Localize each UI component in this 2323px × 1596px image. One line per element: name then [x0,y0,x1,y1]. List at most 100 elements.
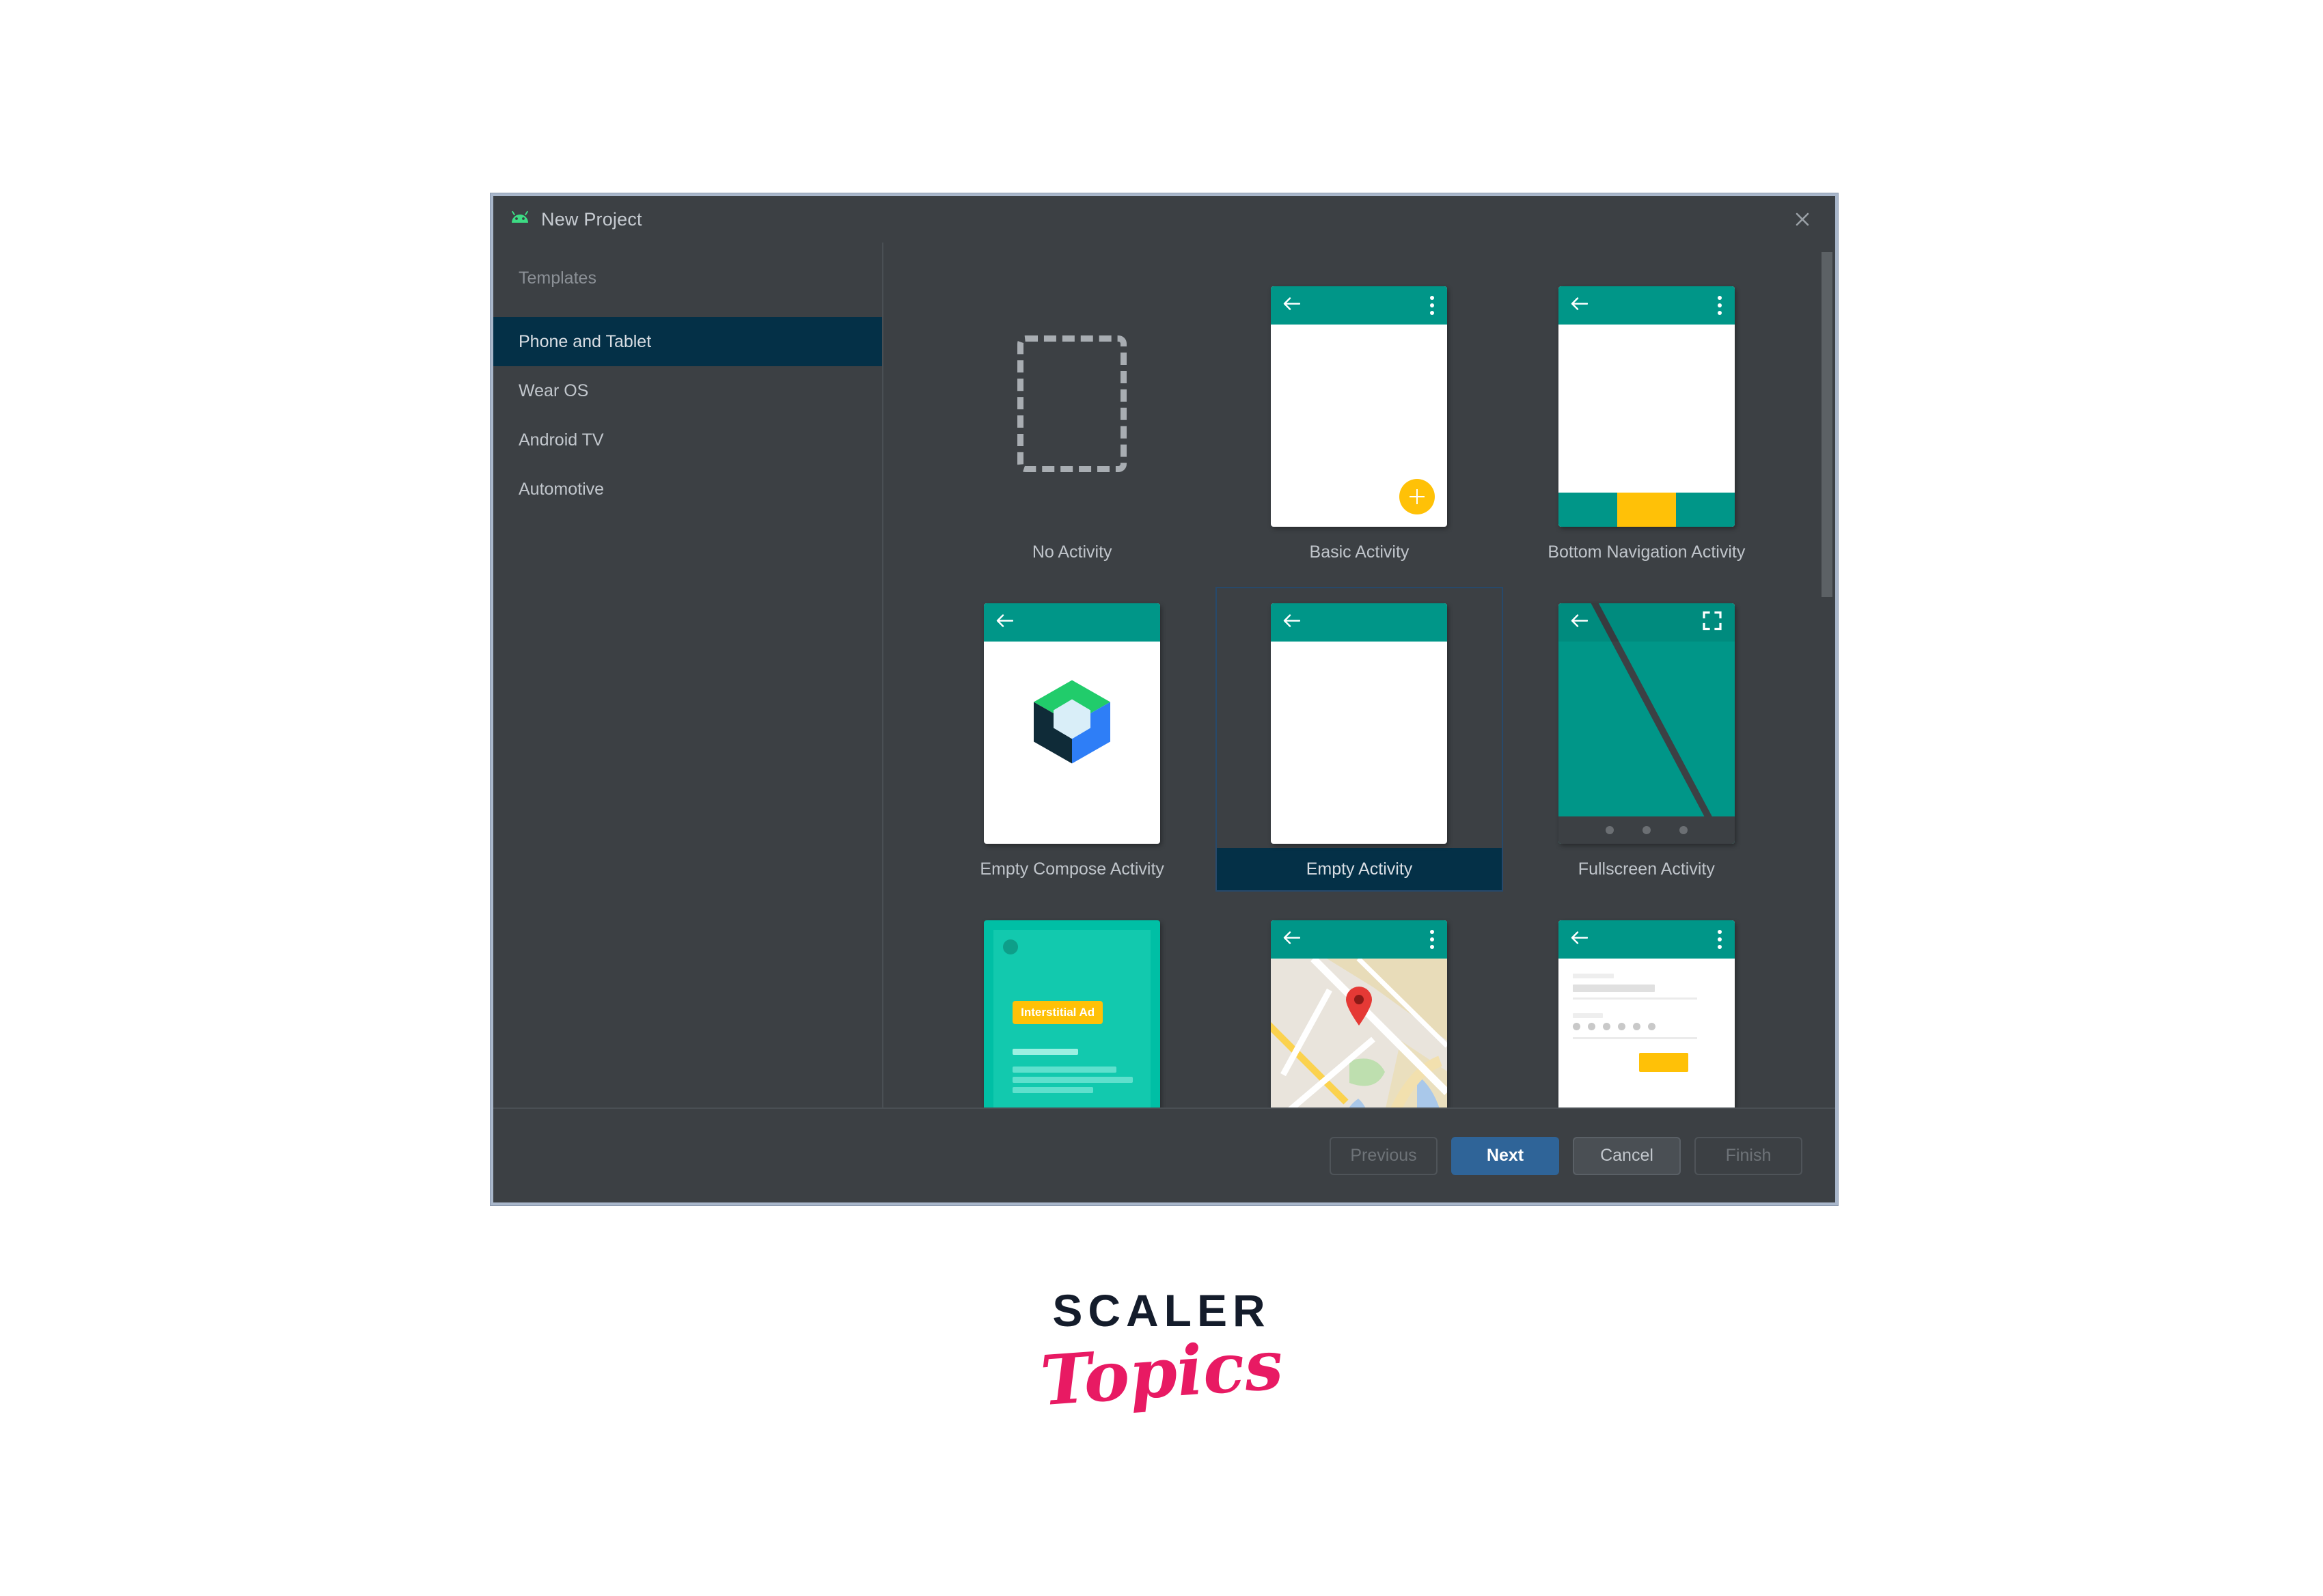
phone-preview [1558,603,1735,844]
next-button[interactable]: Next [1451,1136,1559,1175]
cancel-button[interactable]: Cancel [1573,1136,1681,1175]
login-form [1558,959,1735,1110]
template-gallery: No Activity Basic Activity Bottom Naviga… [883,243,1835,1110]
overflow-menu-icon [1430,296,1435,315]
dot [1617,1023,1625,1030]
template-label: Fullscreen Activity [1578,859,1715,879]
template-label-selected: Empty Activity [1217,848,1502,890]
scaler-topics-logo: SCALER Topics [0,1284,2323,1421]
back-arrow-icon [1570,614,1589,632]
sidebar-item-automotive[interactable]: Automotive [493,465,882,514]
template-grid: No Activity Basic Activity Bottom Naviga… [883,243,1835,1110]
phone-preview [1271,603,1448,844]
template-card-google-maps-activity[interactable] [1215,904,1502,1110]
template-label: Basic Activity [1309,542,1410,562]
dot [1605,826,1614,834]
fullscreen-expand-icon [1702,611,1722,635]
app-bar [984,603,1161,642]
gallery-scrollbar[interactable] [1822,243,1832,1110]
back-arrow-icon [1570,297,1589,315]
field-underline [1572,1037,1697,1039]
new-project-dialog: New Project Templates Phone and Tablet W… [491,193,1838,1205]
thumbnail-empty-activity [1271,603,1448,844]
bottom-navigation-bar [1558,493,1735,527]
placeholder-line [1013,1077,1133,1083]
field-label-placeholder [1572,974,1614,978]
sidebar-list: Phone and Tablet Wear OS Android TV Auto… [493,317,882,514]
dialog-footer: Previous Next Cancel Finish [493,1107,1835,1202]
sidebar-item-label: Android TV [519,430,604,450]
previous-button[interactable]: Previous [1330,1136,1438,1175]
template-card-fullscreen-activity[interactable]: Fullscreen Activity [1503,587,1790,892]
dot [1572,1023,1580,1030]
phone-preview: Interstitial Ad [984,920,1161,1110]
sidebar-header: Templates [519,269,596,288]
phone-preview [1271,286,1448,527]
bottom-nav-item [1675,493,1735,527]
template-card-no-activity[interactable]: No Activity [929,270,1215,575]
template-card-bottom-navigation-activity[interactable]: Bottom Navigation Activity [1503,270,1790,575]
interstitial-ad-badge: Interstitial Ad [1013,1001,1103,1024]
phone-preview [1558,286,1735,527]
cancel-button-label: Cancel [1600,1146,1653,1165]
phone-preview [1558,920,1735,1110]
floating-action-button-icon [1399,479,1435,514]
field-label-placeholder [1572,1013,1603,1018]
back-arrow-icon [1282,614,1301,632]
template-label: Empty Compose Activity [980,859,1164,879]
sidebar-item-wear-os[interactable]: Wear OS [493,366,882,415]
back-arrow-icon [1282,931,1301,949]
thumbnail-no-activity [984,286,1160,527]
avatar-dot-icon [1003,939,1019,954]
placeholder-line [1013,1087,1094,1093]
back-arrow-icon [1570,931,1589,949]
scrollbar-thumb[interactable] [1822,252,1832,597]
bottom-nav-item-active [1617,493,1676,527]
sidebar-item-label: Phone and Tablet [519,331,652,351]
sidebar-item-label: Wear OS [519,381,589,400]
overflow-menu-icon [1430,930,1435,949]
sign-in-button-placeholder [1638,1053,1688,1072]
dot [1587,1023,1595,1030]
password-field-placeholder [1572,1023,1655,1030]
dot [1642,826,1651,834]
dialog-title: New Project [541,208,642,230]
app-bar [1558,920,1735,959]
template-card-empty-compose-activity[interactable]: Empty Compose Activity [929,587,1215,892]
placeholder-line [1013,1049,1079,1055]
phone-preview [1271,920,1448,1110]
map-pin-icon [1343,986,1375,1030]
back-arrow-icon [1282,297,1301,315]
sidebar-item-phone-and-tablet[interactable]: Phone and Tablet [493,317,882,366]
dialog-body: Templates Phone and Tablet Wear OS Andro… [493,243,1835,1110]
dot [1679,826,1688,834]
android-robot-icon [508,208,532,231]
thumbnail-interstitial-ad: Interstitial Ad [984,920,1161,1110]
templates-sidebar: Templates Phone and Tablet Wear OS Andro… [493,243,883,1110]
thumbnail-google-maps [1271,920,1448,1110]
email-field-placeholder [1572,985,1655,992]
app-bar [1271,920,1448,959]
template-card-basic-activity[interactable]: Basic Activity [1215,270,1502,575]
phone-preview [984,603,1161,844]
previous-button-label: Previous [1350,1146,1417,1165]
dashed-placeholder-icon [1017,335,1127,472]
template-label: Bottom Navigation Activity [1548,542,1746,562]
finish-button[interactable]: Finish [1694,1136,1802,1175]
template-card-interstitial-ad-activity[interactable]: Interstitial Ad [929,904,1215,1110]
thumbnail-basic-activity [1271,286,1448,527]
dot [1602,1023,1610,1030]
sidebar-item-android-tv[interactable]: Android TV [493,415,882,465]
app-bar [1271,286,1448,325]
app-bar [1558,286,1735,325]
template-label: No Activity [1032,542,1112,562]
ad-surface: Interstitial Ad [993,930,1151,1110]
bottom-nav-item [1558,493,1617,527]
map-canvas [1271,959,1448,1110]
close-icon[interactable] [1789,206,1816,233]
thumbnail-fullscreen [1558,603,1735,844]
template-card-empty-activity[interactable]: Empty Activity [1215,587,1503,892]
thumbnail-bottom-navigation [1558,286,1735,527]
template-card-login-activity[interactable] [1503,904,1790,1110]
app-bar [1271,603,1448,642]
